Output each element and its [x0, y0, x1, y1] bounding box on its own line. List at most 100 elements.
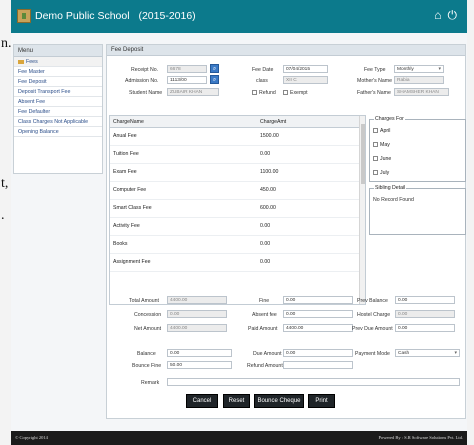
charge-name: Smart Class Fee — [113, 205, 152, 211]
fine-field[interactable]: 0.00 — [283, 296, 353, 304]
scrollbar-thumb[interactable] — [361, 124, 365, 184]
sibling-empty-message: No Record Found — [373, 197, 414, 203]
top-bar: Demo Public School (2015-2016) ⌂ ⏻ — [11, 0, 467, 33]
charge-amount: 1500.00 — [260, 133, 279, 139]
charge-name: Books — [113, 241, 128, 247]
charge-name: Exam Fee — [113, 169, 137, 175]
fee-date-field[interactable]: 07/04/2015 — [283, 65, 328, 73]
charges-table: ChargeName ChargeAmt Anual Fee 1500.00 Tu… — [109, 115, 366, 305]
total-amount-field[interactable]: 4400.00 — [167, 296, 227, 304]
reset-button[interactable]: Reset — [223, 394, 250, 408]
due-amount-field[interactable]: 0.00 — [283, 349, 353, 357]
page-text-fragment: t, — [1, 176, 9, 191]
month-label: July — [380, 170, 390, 176]
due-amount-label: Due Amount — [253, 351, 282, 357]
receipt-no-label: Receipt No. — [131, 67, 159, 73]
checkbox[interactable] — [373, 156, 378, 162]
month-option-july[interactable]: July — [373, 170, 389, 176]
table-row[interactable]: Smart Class Fee 600.00 — [110, 200, 365, 218]
app-window: Demo Public School (2015-2016) ⌂ ⏻ Menu … — [11, 0, 467, 445]
hostel-charge-field[interactable]: 0.00 — [395, 310, 455, 318]
session-label: (2015-2016) — [138, 10, 196, 22]
fee-type-select[interactable]: Monthly ▾ — [394, 65, 444, 73]
charge-amount: 0.00 — [260, 223, 271, 229]
sidebar-item-absent-fee[interactable]: Absent Fee — [14, 97, 102, 107]
cancel-button[interactable]: Cancel — [186, 394, 218, 408]
sidebar-item-fee-defaulter[interactable]: Fee Defaulter — [14, 107, 102, 117]
month-label: June — [380, 156, 392, 162]
net-amount-field[interactable]: 4400.00 — [167, 324, 227, 332]
power-icon[interactable]: ⏻ — [448, 8, 458, 23]
payment-mode-select[interactable]: Cash ▾ — [395, 349, 460, 357]
charge-amount: 0.00 — [260, 241, 271, 247]
balance-field[interactable]: 0.00 — [167, 349, 232, 357]
table-row[interactable]: Exam Fee 1100.00 — [110, 164, 365, 182]
prev-due-amount-field[interactable]: 0.00 — [395, 324, 455, 332]
admission-no-field[interactable]: 1113/00 — [167, 76, 207, 84]
print-button[interactable]: Print — [308, 394, 335, 408]
sidebar-item-fees[interactable]: Fees — [14, 57, 102, 67]
checkbox[interactable] — [373, 142, 378, 148]
exempt-checkbox[interactable] — [283, 90, 288, 95]
fee-date-label: Fee Date — [252, 67, 274, 73]
folder-icon — [18, 59, 24, 64]
absent-fee-field[interactable]: 0.00 — [283, 310, 353, 318]
column-header-charge-amount: ChargeAmt — [260, 119, 287, 125]
paid-amount-field[interactable]: 4400.00 — [283, 324, 353, 332]
search-icon[interactable]: ⌕ — [210, 64, 219, 73]
table-row[interactable]: Assignment Fee 0.00 — [110, 254, 365, 272]
admission-no-label: Admission No. — [125, 78, 159, 84]
receipt-no-field[interactable]: 6678 — [167, 65, 207, 73]
fathers-name-field[interactable]: SHAMSHER KHAN — [394, 88, 449, 96]
class-label: class — [256, 78, 268, 84]
payment-mode-value: Cash — [398, 351, 410, 356]
prev-due-amount-label: Prev Due Amount — [352, 326, 393, 332]
prev-balance-field[interactable]: 0.00 — [395, 296, 455, 304]
bounce-fine-field[interactable]: 50.00 — [167, 361, 232, 369]
charge-amount: 600.00 — [260, 205, 276, 211]
table-scrollbar[interactable] — [359, 116, 365, 304]
charge-name: Tuition Fee — [113, 151, 139, 157]
search-icon[interactable]: ⌕ — [210, 75, 219, 84]
balance-label: Balance — [137, 351, 156, 357]
charges-for-title: Charges For — [374, 116, 405, 122]
table-row[interactable]: Computer Fee 450.00 — [110, 182, 365, 200]
sidebar-item-fee-master[interactable]: Fee Master — [14, 67, 102, 77]
remark-field[interactable] — [167, 378, 460, 386]
month-option-june[interactable]: June — [373, 156, 391, 162]
payment-mode-label: Payment Mode — [355, 351, 390, 357]
mothers-name-field[interactable]: Rabia — [394, 76, 444, 84]
month-option-may[interactable]: May — [373, 142, 390, 148]
table-row[interactable]: Activity Fee 0.00 — [110, 218, 365, 236]
concession-field[interactable]: 0.00 — [167, 310, 227, 318]
top-icons: ⌂ ⏻ — [434, 8, 457, 23]
sidebar-item-deposit-transport-fee[interactable]: Deposit Transport Fee — [14, 87, 102, 97]
paid-amount-label: Paid Amount — [248, 326, 278, 332]
charge-amount: 0.00 — [260, 151, 271, 157]
month-option-april[interactable]: April — [373, 128, 390, 134]
copyright-text: © Copyright 2014 — [15, 435, 48, 440]
bounce-cheque-button[interactable]: Bounce Cheque — [254, 394, 304, 408]
refund-amount-field[interactable] — [283, 361, 353, 369]
charge-name: Activity Fee — [113, 223, 140, 229]
home-icon[interactable]: ⌂ — [434, 8, 441, 23]
sidebar-item-class-charges-not-applicable[interactable]: Class Charges Not Applicable — [14, 117, 102, 127]
class-field[interactable]: XII C — [283, 76, 328, 84]
sidebar-item-opening-balance[interactable]: Opening Balance — [14, 127, 102, 137]
refund-checkbox[interactable] — [252, 90, 257, 95]
table-row[interactable]: Books 0.00 — [110, 236, 365, 254]
student-name-label: Student Name — [129, 90, 163, 96]
checkbox[interactable] — [373, 170, 378, 176]
table-header: ChargeName ChargeAmt — [110, 116, 365, 128]
table-row[interactable]: Tuition Fee 0.00 — [110, 146, 365, 164]
mothers-name-label: Mother's Name — [357, 78, 393, 84]
sibling-detail-title: Sibling Detail — [374, 185, 407, 191]
student-name-field[interactable]: ZUBAIR KHAN — [167, 88, 219, 96]
table-row[interactable]: Anual Fee 1500.00 — [110, 128, 365, 146]
charge-name: Anual Fee — [113, 133, 137, 139]
checkbox[interactable] — [373, 128, 378, 134]
month-label: April — [380, 128, 391, 134]
sidebar-item-fee-deposit[interactable]: Fee Deposit — [14, 77, 102, 87]
fathers-name-label: Father's Name — [357, 90, 391, 96]
sidebar-item-label: Fees — [26, 59, 38, 65]
